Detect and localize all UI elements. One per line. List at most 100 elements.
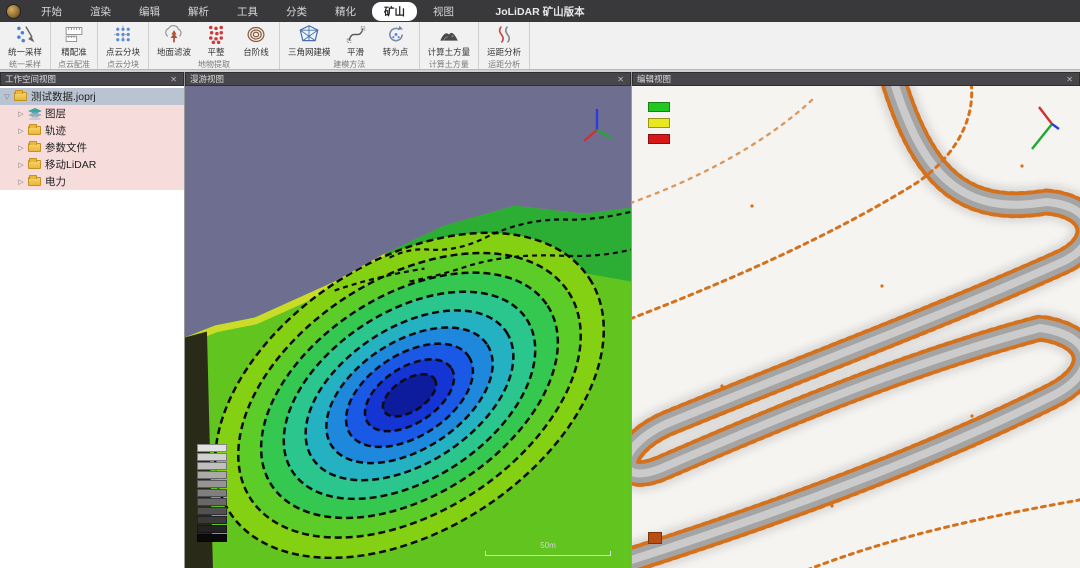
expand-arrow-icon[interactable]: ▷ [14, 178, 28, 186]
tab-start[interactable]: 开始 [29, 2, 74, 21]
ribbon-group-modeling: 三角网建模 平滑 转为点 建模方法 [280, 22, 420, 69]
contour-rings-icon [245, 24, 267, 45]
bench-line-button[interactable]: 台阶线 [236, 23, 276, 58]
tab-render[interactable]: 渲染 [78, 2, 123, 21]
folder-icon [28, 160, 41, 169]
smooth-button[interactable]: 平滑 [336, 23, 376, 58]
ribbon-group-sampling: 统一采样 统一采样 [0, 22, 51, 69]
ground-filter-button[interactable]: 地面滤波 [152, 23, 196, 58]
tree-item-label: 轨迹 [45, 123, 66, 138]
tab-view[interactable]: 视图 [421, 2, 466, 21]
tin-modeling-button[interactable]: 三角网建模 [283, 23, 336, 58]
viewport-3d-panel: 漫游视图 ✕ [185, 72, 632, 568]
tab-edit[interactable]: 编辑 [127, 2, 172, 21]
expand-arrow-icon[interactable]: ▷ [14, 110, 28, 118]
ribbon-spacer [530, 22, 1080, 69]
tab-parse[interactable]: 解析 [176, 2, 221, 21]
tree-item-tracks[interactable]: ▷ 轨迹 [0, 122, 184, 139]
close-icon[interactable]: ✕ [615, 75, 626, 84]
elevation-swatch [197, 444, 227, 452]
volume-calc-button[interactable]: 计算土方量 [423, 23, 476, 58]
tab-tools[interactable]: 工具 [225, 2, 270, 21]
tree-item-mobile-lidar[interactable]: ▷ 移动LiDAR [0, 156, 184, 173]
scale-bar-label: 50m [485, 541, 611, 550]
pointcloud-tiling-button[interactable]: 点云分块 [101, 23, 145, 58]
button-label: 平整 [208, 46, 225, 58]
convert-to-points-button[interactable]: 转为点 [376, 23, 416, 58]
ribbon-group-registration: 精配准 点云配准 [51, 22, 98, 69]
elevation-swatch [197, 471, 227, 479]
close-icon[interactable]: ✕ [168, 75, 179, 84]
button-label: 台阶线 [243, 46, 269, 58]
main-area: 工作空间视图 ✕ ▽ 测试数据.joprj ▷ 图层 ▷ [0, 70, 1080, 568]
tin-mesh-icon [298, 24, 320, 45]
viewport-3d-titlebar: 漫游视图 ✕ [185, 72, 631, 86]
flatten-button[interactable]: 平整 [196, 23, 236, 58]
tree-item-label: 电力 [45, 174, 66, 189]
tree-item-label: 移动LiDAR [45, 157, 96, 172]
button-label: 精配准 [61, 46, 87, 58]
tab-mine[interactable]: 矿山 [372, 2, 417, 21]
ribbon-group-haul: 运距分析 运距分析 [479, 22, 530, 69]
earth-mound-icon [438, 24, 460, 45]
button-label: 统一采样 [8, 46, 42, 58]
axis-gizmo-icon[interactable] [579, 104, 615, 146]
hillshade-canvas[interactable] [632, 86, 1080, 568]
ribbon-group-extraction: 地面滤波 平整 台阶线 地物提取 [149, 22, 280, 69]
grid-dots-icon [112, 24, 134, 45]
tree-item-label: 参数文件 [45, 140, 87, 155]
expand-arrow-icon[interactable]: ▷ [14, 144, 28, 152]
class-legend [648, 102, 670, 144]
button-label: 平滑 [347, 46, 364, 58]
haul-analysis-button[interactable]: 运距分析 [482, 23, 526, 58]
folder-icon [28, 126, 41, 135]
group-label-haul: 运距分析 [482, 58, 526, 72]
ribbon-group-tiling: 点云分块 点云分块 [98, 22, 149, 69]
tree-root-item[interactable]: ▽ 测试数据.joprj [0, 88, 184, 105]
elevation-swatch [197, 507, 227, 515]
elevation-swatch [197, 453, 227, 461]
tab-refine[interactable]: 精化 [323, 2, 368, 21]
button-label: 点云分块 [106, 46, 140, 58]
fine-registration-button[interactable]: 精配准 [54, 23, 94, 58]
elevation-swatch [197, 525, 227, 533]
class-swatch-yellow [648, 118, 670, 128]
convert-points-icon [385, 24, 407, 45]
edit-view-title: 编辑视图 [637, 73, 671, 85]
unified-sampling-button[interactable]: 统一采样 [3, 23, 47, 58]
red-points-icon [205, 24, 227, 45]
button-label: 运距分析 [487, 46, 521, 58]
elevation-swatch [197, 498, 227, 506]
axis-gizmo-icon[interactable] [1028, 104, 1064, 152]
tree-item-power[interactable]: ▷ 电力 [0, 173, 184, 190]
class-swatch-green [648, 102, 670, 112]
ruler-icon [63, 24, 85, 45]
close-icon[interactable]: ✕ [1064, 75, 1075, 84]
menu-tab-strip: 开始 渲染 编辑 解析 工具 分类 精化 矿山 视图 [29, 2, 466, 21]
group-label-sampling: 统一采样 [3, 58, 47, 72]
button-label: 三角网建模 [288, 46, 331, 58]
button-label: 计算土方量 [428, 46, 471, 58]
elevation-swatch [197, 480, 227, 488]
button-label: 地面滤波 [157, 46, 191, 58]
terrain-3d-scene [185, 86, 631, 568]
app-logo-icon[interactable] [6, 4, 21, 19]
hillshade-scene [632, 86, 1080, 568]
workspace-panel: 工作空间视图 ✕ ▽ 测试数据.joprj ▷ 图层 ▷ [0, 72, 185, 568]
tree-item-layers[interactable]: ▷ 图层 [0, 105, 184, 122]
edit-view-titlebar: 编辑视图 ✕ [632, 72, 1080, 86]
collapse-arrow-icon[interactable]: ▽ [0, 93, 14, 101]
selection-marker[interactable] [648, 532, 662, 544]
ground-filter-icon [163, 24, 185, 45]
terrain-3d-canvas[interactable]: 50m [185, 86, 631, 568]
elevation-swatch [197, 516, 227, 524]
group-label-extraction: 地物提取 [152, 58, 276, 72]
tab-classify[interactable]: 分类 [274, 2, 319, 21]
elevation-swatch [197, 462, 227, 470]
tree-item-parameter-files[interactable]: ▷ 参数文件 [0, 139, 184, 156]
group-label-registration: 点云配准 [54, 58, 94, 72]
expand-arrow-icon[interactable]: ▷ [14, 161, 28, 169]
expand-arrow-icon[interactable]: ▷ [14, 127, 28, 135]
group-label-volume: 计算土方量 [423, 58, 476, 72]
smooth-curve-icon [345, 24, 367, 45]
